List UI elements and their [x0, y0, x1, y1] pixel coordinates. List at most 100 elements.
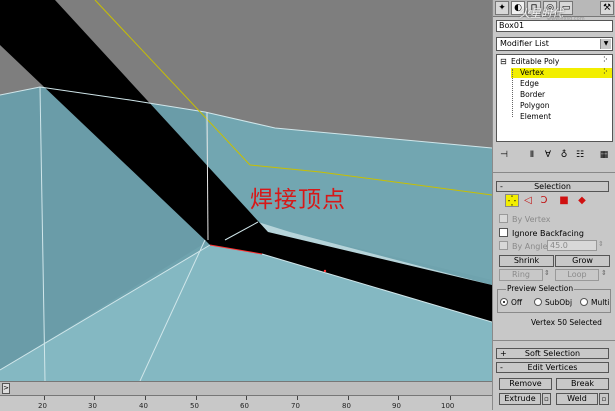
track-bar-ruler[interactable]: 20 30 40 50 60 70 80 90 100 — [0, 395, 492, 411]
preview-selection-group: Preview Selection Off SubObj Multi — [497, 284, 611, 313]
viewport-scene[interactable] — [0, 0, 492, 381]
dropdown-arrow-icon[interactable]: ▼ — [600, 39, 611, 49]
weld-vertex-annotation: 焊接顶点 — [250, 187, 346, 213]
ignore-backfacing-label: Ignore Backfacing — [512, 229, 584, 238]
ruler-label: 80 — [342, 402, 351, 410]
object-name-field[interactable]: Box01 — [496, 20, 613, 32]
rollout-collapse-sign: - — [500, 182, 503, 191]
ruler-tick — [196, 396, 197, 400]
ruler-label: 20 — [38, 402, 47, 410]
radio-dot — [534, 298, 542, 306]
angle-spinner-field[interactable]: 45.0 — [547, 240, 597, 251]
configure-icon[interactable]: ▦ — [598, 149, 610, 161]
weld-settings-icon[interactable]: ▫ — [599, 393, 609, 405]
preview-multi-label: Multi — [591, 298, 610, 307]
show-end-result-icon[interactable]: Ⅱ — [526, 149, 538, 161]
preview-selection-label: Preview Selection — [506, 284, 575, 294]
configure-modifier-sets-icon[interactable]: ☷ — [574, 149, 586, 161]
ring-spinner-icon[interactable]: ⇕ — [544, 269, 550, 277]
perspective-viewport[interactable]: 焊接顶点 — [0, 0, 492, 381]
rollout-expand-sign: + — [500, 349, 507, 358]
element-mode-icon[interactable]: ◆ — [575, 194, 589, 207]
grow-button[interactable]: Grow — [555, 255, 610, 267]
collapse-minus-icon[interactable]: ⊟ — [500, 57, 507, 66]
ignore-backfacing-checkbox[interactable]: Ignore Backfacing — [499, 228, 584, 238]
ruler-tick — [94, 396, 95, 400]
stack-item-polygon[interactable]: Polygon — [520, 101, 549, 111]
preview-subobj-radio[interactable]: SubObj — [534, 298, 572, 308]
weld-button[interactable]: Weld — [556, 393, 598, 405]
modifier-stack[interactable]: ⊟ Editable Poly ⠕ Vertex ⠕ Edge Border P… — [496, 54, 613, 142]
edit-vertices-title: Edit Vertices — [527, 363, 578, 372]
modifier-list-dropdown[interactable]: Modifier List ▼ — [496, 37, 613, 51]
stack-item-element[interactable]: Element — [520, 112, 551, 122]
ruler-tick — [348, 396, 349, 400]
time-slider-arrow-icon[interactable]: > — [2, 383, 10, 394]
stack-item-border[interactable]: Border — [520, 90, 545, 100]
selected-vertex — [323, 269, 327, 273]
preview-multi-radio[interactable]: Multi — [580, 298, 609, 308]
remove-button[interactable]: Remove — [499, 378, 552, 390]
stack-item-editable-poly[interactable]: Editable Poly — [511, 57, 559, 67]
pin-stack-icon[interactable]: ⊣ — [498, 149, 510, 161]
ruler-tick — [145, 396, 146, 400]
stack-tree-line — [512, 69, 514, 117]
stack-item-edge[interactable]: Edge — [520, 79, 539, 89]
spinner-arrows-icon[interactable]: ⇕ — [598, 240, 604, 248]
ruler-tick — [297, 396, 298, 400]
loop-spinner-icon[interactable]: ⇕ — [601, 269, 607, 277]
loop-button[interactable]: Loop — [555, 269, 599, 281]
soft-selection-title: Soft Selection — [524, 349, 581, 358]
shrink-button[interactable]: Shrink — [499, 255, 554, 267]
checkbox-box — [499, 214, 508, 223]
by-angle-label: By Angle: — [512, 242, 551, 251]
selection-rollout-header[interactable]: - Selection — [496, 181, 609, 192]
utilities-tab-icon[interactable]: ⚒ — [600, 1, 614, 15]
polygon-mode-icon[interactable]: ■ — [557, 194, 571, 207]
make-unique-icon[interactable]: ∀ — [542, 149, 554, 161]
preview-off-radio[interactable]: Off — [500, 298, 522, 308]
selection-rollout-title: Selection — [534, 182, 571, 191]
ruler-label: 70 — [291, 402, 300, 410]
by-angle-checkbox[interactable]: By Angle: — [499, 241, 550, 251]
rollout-collapse-sign: - — [500, 363, 503, 372]
preview-subobj-label: SubObj — [545, 298, 573, 307]
ruler-label: 100 — [441, 402, 455, 410]
edit-vertices-rollout-header[interactable]: - Edit Vertices — [496, 362, 609, 373]
time-slider[interactable]: > — [0, 381, 492, 396]
vertex-dots-icon: ⠕ — [602, 56, 608, 64]
edge-mode-icon[interactable]: ◁ — [521, 194, 535, 207]
radio-dot — [500, 298, 508, 306]
ruler-label: 50 — [190, 402, 199, 410]
divider — [493, 340, 615, 341]
by-vertex-checkbox[interactable]: By Vertex — [499, 214, 550, 224]
ruler-label: 40 — [139, 402, 148, 410]
preview-off-label: Off — [511, 298, 523, 307]
border-mode-icon[interactable]: Ɔ — [537, 194, 551, 207]
ruler-tick — [246, 396, 247, 400]
ruler-label: 60 — [240, 402, 249, 410]
create-tab-icon[interactable]: ✦ — [495, 1, 509, 15]
vertex-subobject-icon: ⠕ — [602, 68, 608, 76]
ruler-tick — [398, 396, 399, 400]
command-panel: ✦ ◐ ⊓ ◎ ▭ ⚒ 火星时代 www.hxsd.com Box01 Modi… — [492, 0, 615, 410]
extrude-button[interactable]: Extrude — [499, 393, 541, 405]
divider — [493, 172, 615, 173]
command-panel-tabs: ✦ ◐ ⊓ ◎ ▭ ⚒ 火星时代 www.hxsd.com — [493, 0, 615, 22]
break-button[interactable]: Break — [556, 378, 609, 390]
ruler-tick — [450, 396, 451, 400]
checkbox-box — [499, 241, 508, 250]
stack-item-vertex[interactable]: Vertex — [511, 68, 612, 78]
remove-modifier-icon[interactable]: ♁ — [558, 149, 570, 161]
ruler-label: 90 — [392, 402, 401, 410]
ruler-label: 30 — [88, 402, 97, 410]
vertex-mode-icon[interactable]: ⁛ — [505, 194, 519, 207]
extrude-settings-icon[interactable]: ▫ — [542, 393, 551, 405]
checkbox-box — [499, 228, 508, 237]
selection-status: Vertex 50 Selected — [531, 318, 602, 327]
stack-toolbar: ⊣ Ⅱ ∀ ♁ ☷ ▦ — [496, 148, 613, 164]
by-vertex-label: By Vertex — [512, 215, 551, 224]
ring-button[interactable]: Ring — [499, 269, 543, 281]
soft-selection-rollout-header[interactable]: + Soft Selection — [496, 348, 609, 359]
ruler-tick — [44, 396, 45, 400]
